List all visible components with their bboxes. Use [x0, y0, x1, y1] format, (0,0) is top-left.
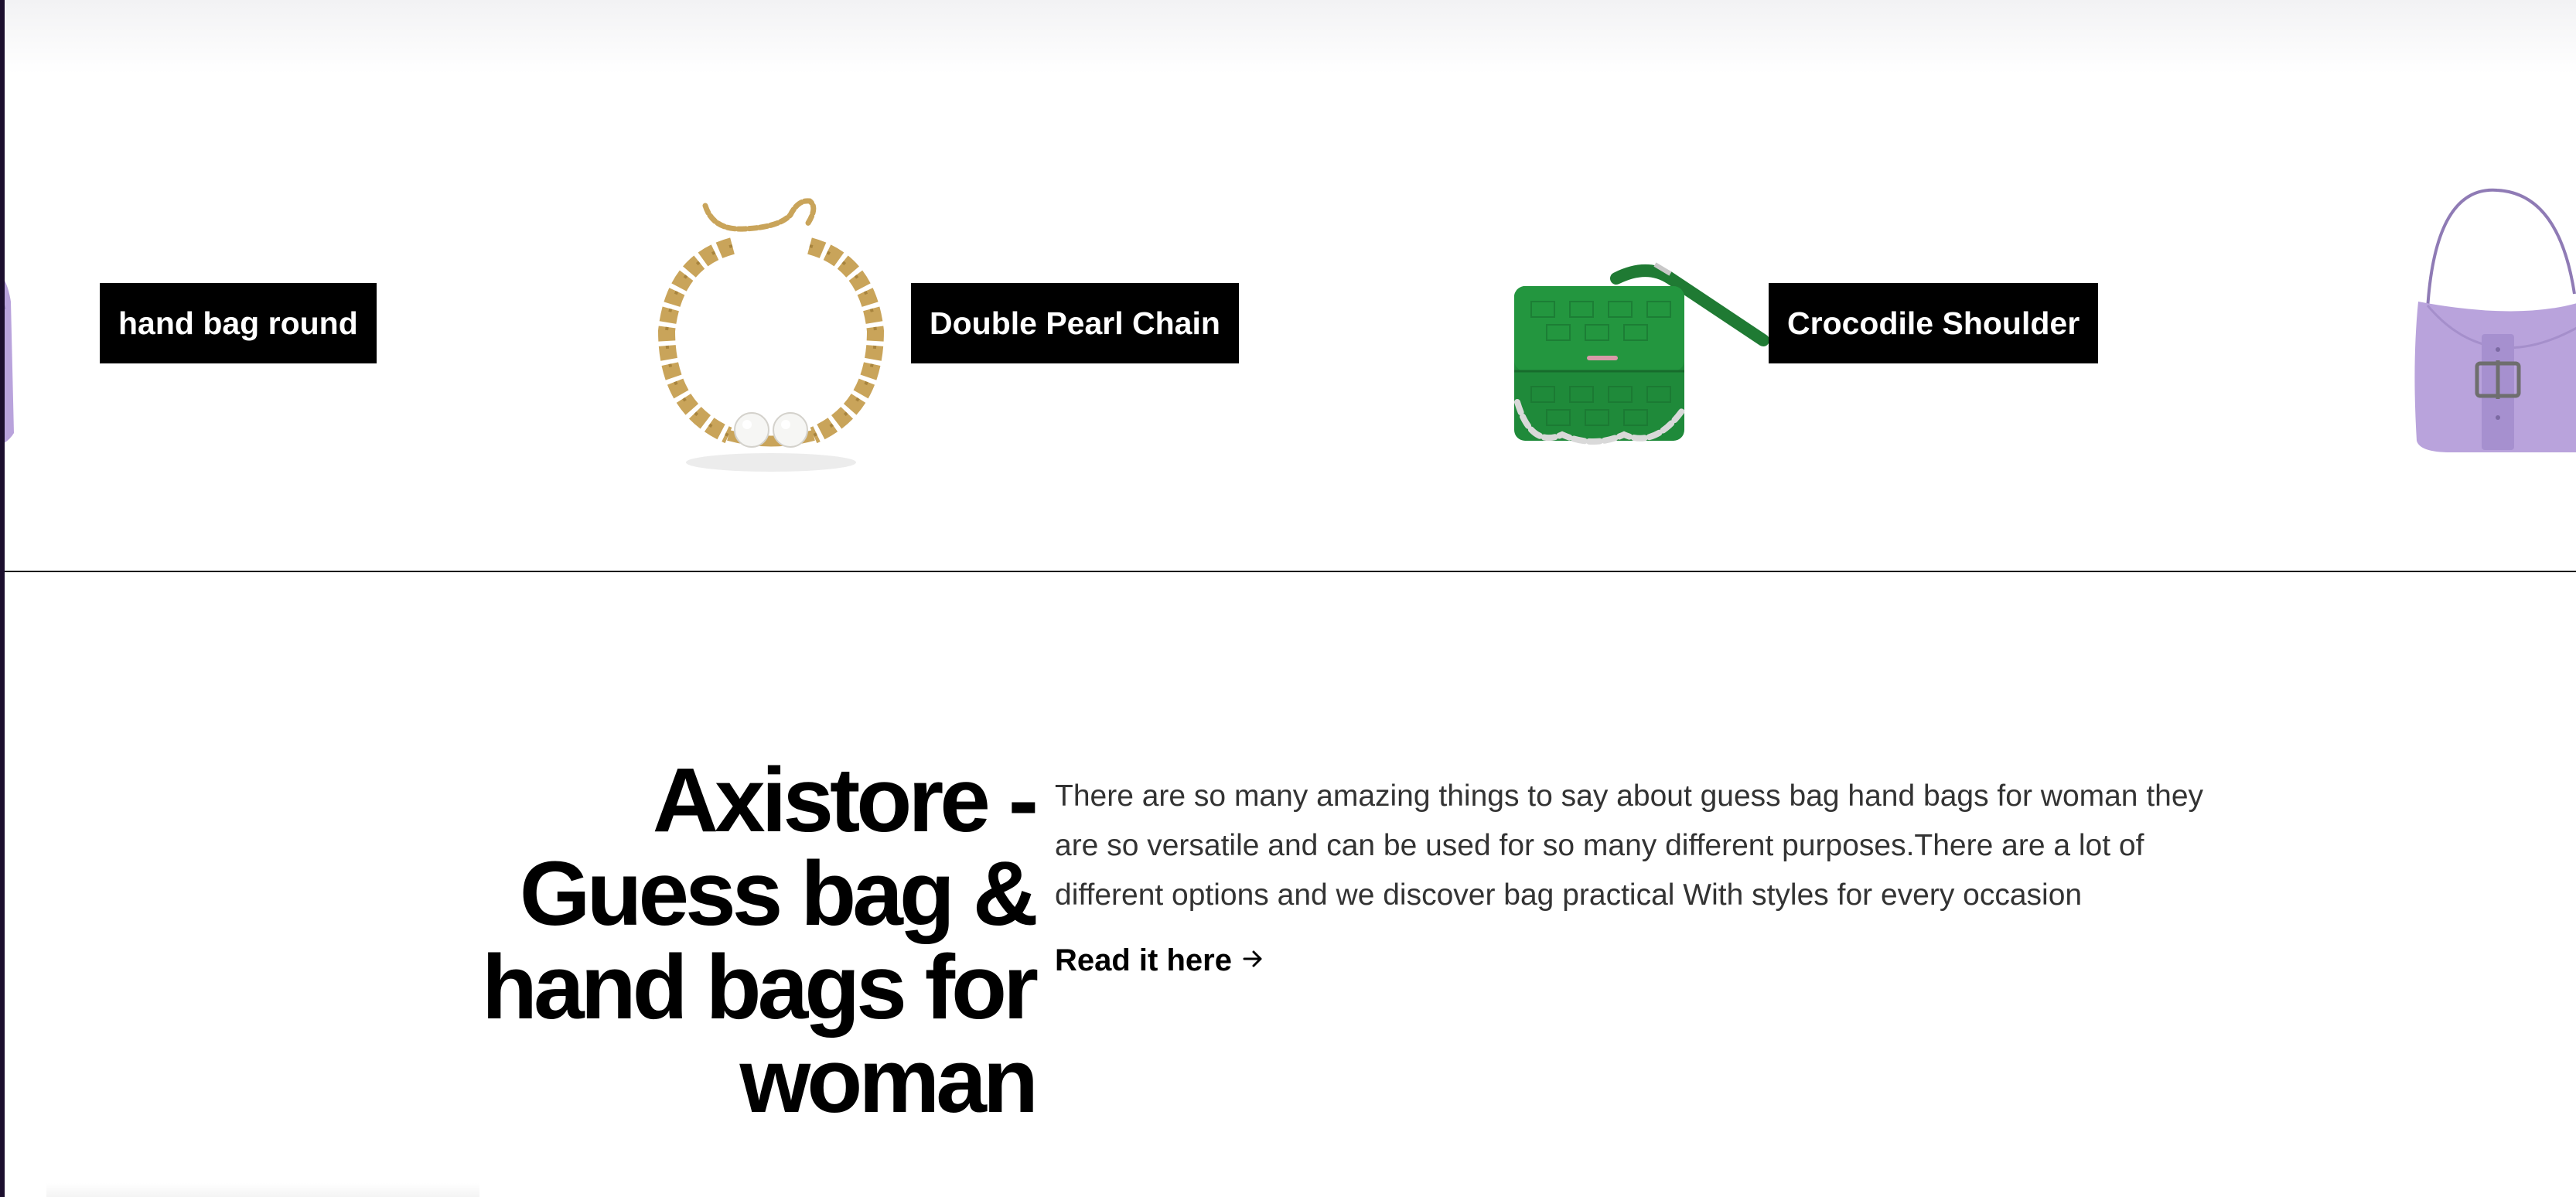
- read-more-link[interactable]: Read it here: [1055, 943, 1264, 978]
- purple-handbag-icon[interactable]: [2404, 186, 2576, 464]
- green-crocodile-bag-icon[interactable]: [1500, 255, 1779, 456]
- product-label-crocodile-shoulder[interactable]: Crocodile Shoulder: [1769, 283, 2099, 363]
- pearl-chain-necklace-icon[interactable]: [643, 184, 899, 478]
- product-label-double-pearl-chain[interactable]: Double Pearl Chain: [911, 283, 1239, 363]
- product-label-hand-bag-round[interactable]: hand bag round: [100, 283, 377, 363]
- about-headline: Axistore - Guess bag & hand bags for wom…: [481, 749, 1039, 1132]
- product-carousel: hand bag round Double Pearl Chain Crocod…: [5, 0, 2576, 572]
- section-divider: [5, 571, 2576, 572]
- read-more-label: Read it here: [1055, 943, 1232, 977]
- arrow-right-icon: [1241, 943, 1264, 978]
- bottom-shadow: [46, 1183, 479, 1197]
- purple-handbag-icon[interactable]: [5, 255, 15, 456]
- about-description: There are so many amazing things to say …: [1055, 779, 2204, 912]
